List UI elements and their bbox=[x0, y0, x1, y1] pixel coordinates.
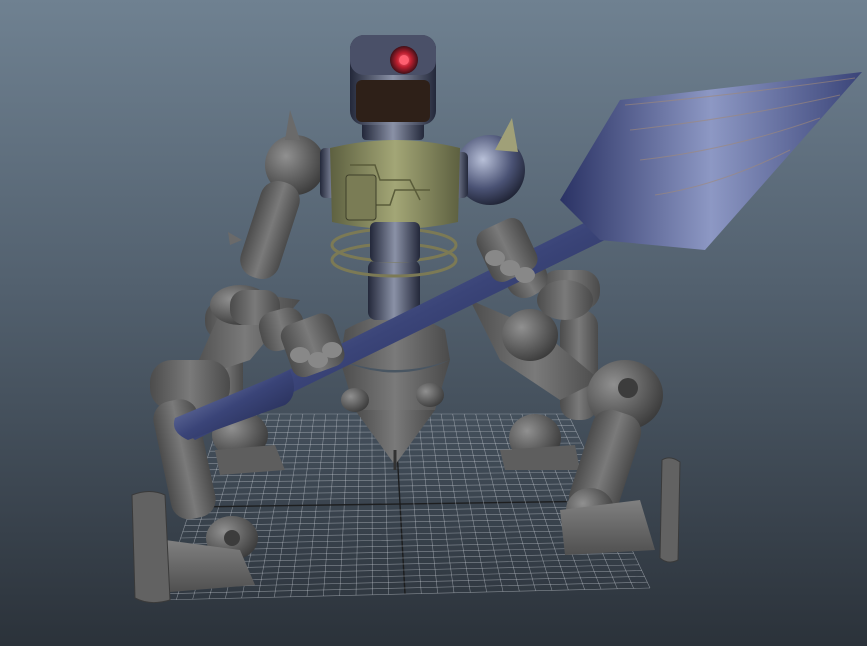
viewport-canvas[interactable] bbox=[0, 0, 867, 646]
head bbox=[350, 35, 436, 140]
spear-head bbox=[560, 72, 862, 250]
torso bbox=[320, 140, 468, 262]
3d-viewport[interactable] bbox=[0, 0, 867, 646]
